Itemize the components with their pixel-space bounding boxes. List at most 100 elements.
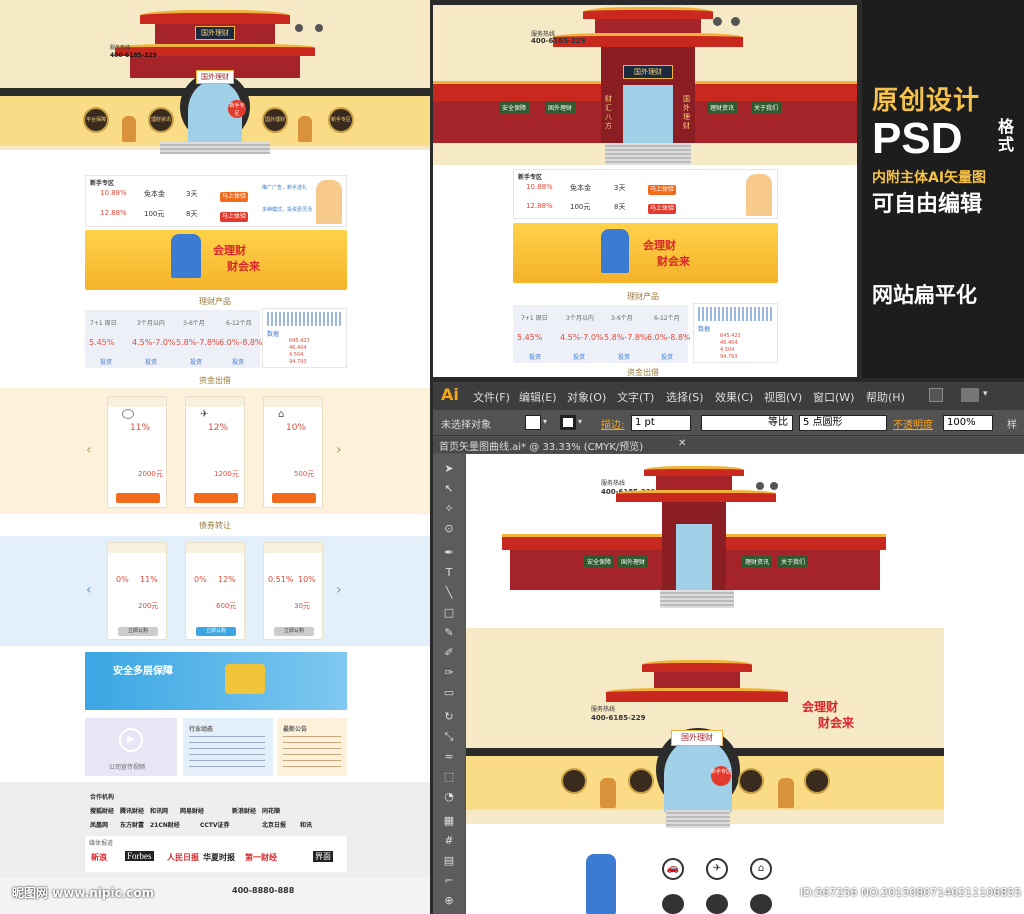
gradient-tool-icon[interactable]: ▤ [441, 854, 457, 868]
blend-tool-icon[interactable]: ⊕ [441, 894, 457, 908]
rectangle-tool-icon[interactable]: □ [441, 606, 457, 620]
media-logo-2[interactable]: Forbes [125, 851, 154, 861]
stroke-dropdown-icon[interactable]: ▾ [578, 417, 582, 426]
pen-tool-icon[interactable]: ✒ [441, 546, 457, 560]
style-label[interactable]: 样 [1007, 416, 1017, 431]
transfer-next-arrow[interactable]: › [336, 582, 342, 598]
fill-swatch[interactable] [525, 415, 541, 430]
menu-object[interactable]: 对象(O) [567, 389, 606, 405]
rt-banner[interactable]: 会理财 财会来 [513, 223, 778, 283]
selection-tool-icon[interactable]: ➤ [441, 462, 457, 476]
scale-tool-icon[interactable]: ⤡ [441, 730, 457, 744]
workspace-icon[interactable] [961, 388, 979, 402]
direct-selection-tool-icon[interactable]: ↖ [441, 482, 457, 496]
promo-banner[interactable]: 会理财 财会来 [85, 230, 347, 290]
variable-width-profile[interactable]: 等比 [701, 415, 793, 431]
rt-account-icon[interactable] [731, 17, 740, 26]
rt-invest-2[interactable]: 投资 [573, 352, 585, 361]
media-logo-6[interactable]: 界面 [313, 851, 333, 862]
user-icon[interactable] [295, 24, 303, 32]
rotate-tool-icon[interactable]: ↻ [441, 710, 457, 724]
rt-try-button-2[interactable]: 马上体验 [648, 204, 676, 214]
fund-invest-button-3[interactable] [272, 493, 316, 503]
news-list[interactable] [189, 736, 265, 772]
invest-button-3[interactable]: 投资 [190, 357, 202, 366]
artboard-canvas[interactable]: 服务热线 400-6185-229 安全保障 国外理财 理财资讯 关于我们 服务… [466, 454, 1024, 914]
menu-window[interactable]: 窗口(W) [813, 389, 854, 405]
opacity-label[interactable]: 不透明度 [893, 416, 933, 431]
close-icon[interactable]: ✕ [678, 438, 686, 449]
partner-logo-6[interactable]: 同花顺 [262, 806, 280, 815]
medal-overseas[interactable]: 国外理财 [262, 107, 288, 133]
rt-try-button-1[interactable]: 马上体验 [648, 185, 676, 195]
fund-card-2[interactable]: ✈ 12% 1200元 [185, 396, 245, 508]
rt-menu-1[interactable]: 安全保障 [499, 102, 530, 113]
paintbrush-tool-icon[interactable]: ✎ [441, 626, 457, 640]
menu-edit[interactable]: 编辑(E) [519, 389, 557, 405]
fill-dropdown-icon[interactable]: ▾ [543, 417, 547, 426]
menu-view[interactable]: 视图(V) [764, 389, 802, 405]
video-panel[interactable]: ▶ 公司宣传视频 [85, 718, 177, 776]
pencil-tool-icon[interactable]: ✐ [441, 646, 457, 660]
stroke-swatch[interactable] [560, 415, 576, 430]
media-logo-5[interactable]: 第一财经 [245, 852, 277, 863]
rt-invest-3[interactable]: 投资 [618, 352, 630, 361]
gate-badge[interactable]: 新手专区 [228, 100, 246, 118]
warp-tool-icon[interactable]: ≈ [441, 750, 457, 764]
partner-logo-4[interactable]: 网易财经 [180, 806, 204, 815]
partner-logo-5[interactable]: 新浪财经 [232, 806, 256, 815]
transfer-buy-button-3[interactable]: 立即认购 [274, 627, 314, 636]
partner-logo-7[interactable]: 凤凰网 [90, 820, 108, 829]
rt-invest-1[interactable]: 投资 [529, 352, 541, 361]
partner-logo-10[interactable]: CCTV证券 [200, 820, 230, 829]
mesh-tool-icon[interactable]: # [441, 834, 457, 848]
partner-logo-11[interactable]: 北京日报 [262, 820, 286, 829]
play-icon[interactable]: ▶ [119, 728, 143, 752]
blob-brush-tool-icon[interactable]: ✑ [441, 666, 457, 680]
perspective-grid-tool-icon[interactable]: ▦ [441, 814, 457, 828]
security-banner[interactable]: 安全多层保障 [85, 652, 347, 710]
document-tab[interactable]: 首页矢量图曲线.ai* @ 33.33% (CMYK/预览) [439, 438, 643, 453]
notice-list[interactable] [283, 736, 341, 772]
free-transform-tool-icon[interactable]: ⬚ [441, 770, 457, 784]
invest-button-4[interactable]: 投资 [232, 357, 244, 366]
bridge-icon[interactable] [929, 388, 943, 402]
partner-logo-2[interactable]: 腾讯财经 [120, 806, 144, 815]
partner-logo-8[interactable]: 东方财富 [120, 820, 144, 829]
shape-builder-tool-icon[interactable]: ◔ [441, 790, 457, 804]
rt-invest-4[interactable]: 投资 [661, 352, 673, 361]
type-tool-icon[interactable]: T [441, 566, 457, 580]
rt-menu-2[interactable]: 国外理财 [545, 102, 576, 113]
chevron-down-icon[interactable]: ▾ [983, 389, 988, 399]
fund-card-3[interactable]: ⌂ 10% 500元 [263, 396, 323, 508]
eraser-tool-icon[interactable]: ▭ [441, 686, 457, 700]
transfer-card-1[interactable]: 0% 11% 200元 立即认购 [107, 542, 167, 640]
brush-definition[interactable]: 5 点圆形 [799, 415, 887, 431]
fund-invest-button-2[interactable] [194, 493, 238, 503]
fund-card-1[interactable]: 11% 2000元 [107, 396, 167, 508]
fund-invest-button-1[interactable] [116, 493, 160, 503]
newbie-try-button-2[interactable]: 马上体验 [220, 212, 248, 222]
magic-wand-tool-icon[interactable]: ✧ [441, 502, 457, 516]
opacity-field[interactable]: 100% [943, 415, 993, 431]
rt-user-icon[interactable] [713, 17, 722, 26]
line-tool-icon[interactable]: ╲ [441, 586, 457, 600]
funds-prev-arrow[interactable]: ‹ [86, 442, 92, 458]
newbie-link-2[interactable]: 多种模式，投资更灵活 [262, 206, 312, 213]
transfer-card-2[interactable]: 0% 12% 600元 立即认购 [185, 542, 245, 640]
lasso-tool-icon[interactable]: ⊙ [441, 522, 457, 536]
media-logo-1[interactable]: 新浪 [91, 852, 107, 863]
partner-logo-12[interactable]: 和讯 [300, 820, 312, 829]
menu-effect[interactable]: 效果(C) [715, 389, 753, 405]
rt-menu-4[interactable]: 关于我们 [751, 102, 782, 113]
transfer-card-3[interactable]: 0.51% 10% 30元 立即认购 [263, 542, 323, 640]
account-icon[interactable] [315, 24, 323, 32]
medal-news[interactable]: 理财资讯 [148, 107, 174, 133]
newbie-try-button-1[interactable]: 马上体验 [220, 192, 248, 202]
partner-logo-9[interactable]: 21CN财经 [150, 820, 180, 829]
menu-help[interactable]: 帮助(H) [866, 389, 905, 405]
funds-next-arrow[interactable]: › [336, 442, 342, 458]
media-logo-4[interactable]: 华夏时报 [203, 852, 235, 863]
menu-type[interactable]: 文字(T) [617, 389, 654, 405]
menu-select[interactable]: 选择(S) [666, 389, 704, 405]
